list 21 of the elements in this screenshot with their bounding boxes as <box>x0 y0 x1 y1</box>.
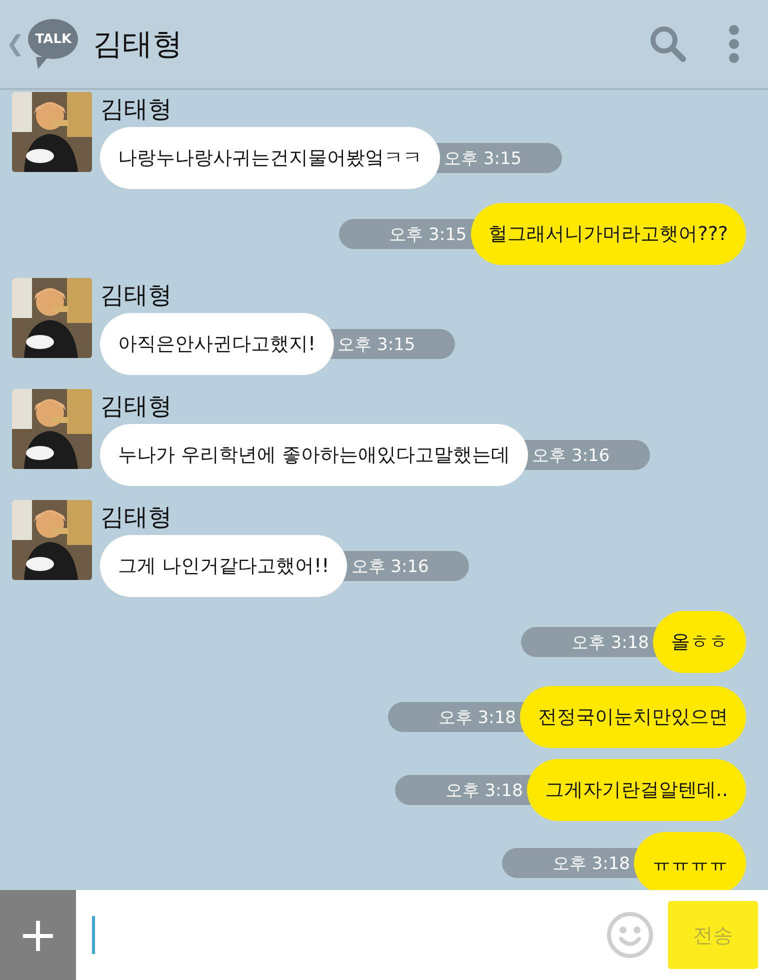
chat-title: 김태형 <box>92 26 184 64</box>
menu-icon[interactable] <box>728 24 740 64</box>
talk-logo: TALK <box>28 19 78 69</box>
message-bubble: 올ㅎㅎ <box>653 611 746 673</box>
search-icon[interactable] <box>648 24 688 64</box>
message-bubble: 전정국이눈치만있으면 <box>520 686 746 748</box>
message-bubble: ㅠㅠㅠㅠ <box>634 832 746 890</box>
message-bubble: 헐그래서니가머라고햇어??? <box>470 203 746 265</box>
attach-button[interactable]: + <box>0 890 76 980</box>
message-bubble: 아직은안사귄다고했지! <box>100 313 334 375</box>
sender-name: 김태형 <box>100 391 173 422</box>
message-bubble: 누나가 우리학년에 좋아하는애있다고말했는데 <box>100 424 528 486</box>
send-button[interactable]: 전송 <box>668 901 758 969</box>
sender-name: 김태형 <box>100 502 173 533</box>
back-icon[interactable]: ❮ <box>6 32 24 56</box>
message-bubble: 그게 나인거같다고했어!! <box>100 535 348 597</box>
sender-name: 김태형 <box>100 280 173 311</box>
sender-name: 김태형 <box>100 94 173 125</box>
message-bubble: 나랑누나랑사귀는건지물어봤엌ㅋㅋ <box>100 127 440 189</box>
message-bubble: 그게자기란걸알텐데.. <box>526 759 746 821</box>
emoji-icon[interactable] <box>606 911 654 959</box>
